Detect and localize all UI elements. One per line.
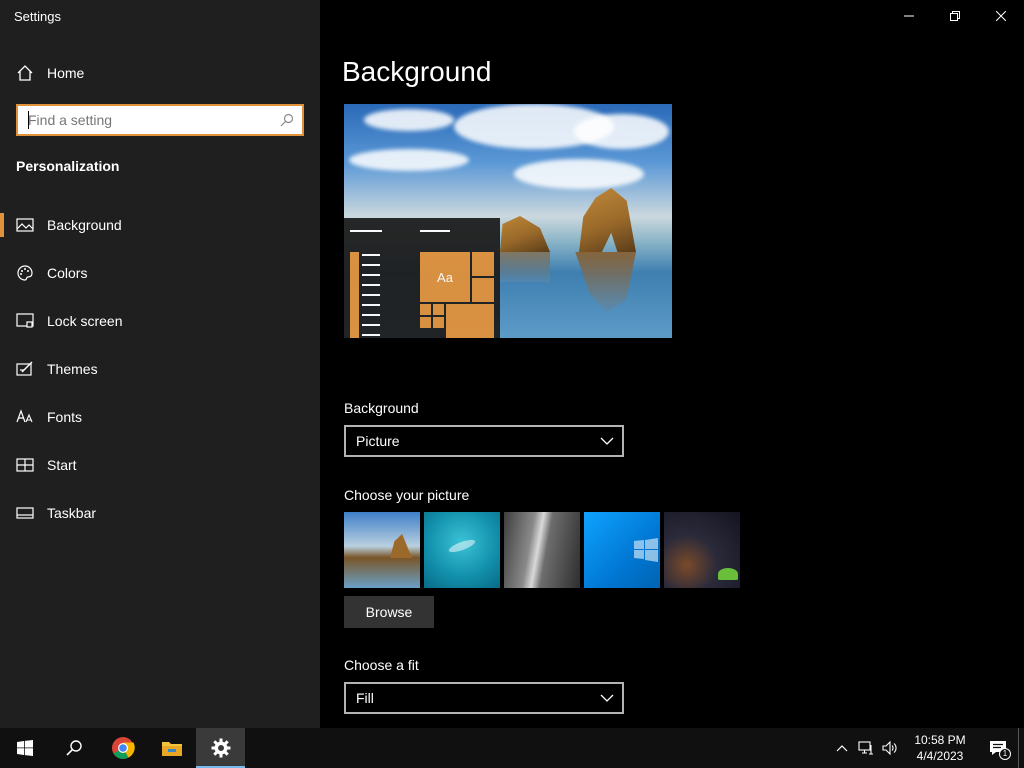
network-icon [858,741,873,755]
sidebar-item-label: Taskbar [47,505,97,521]
clock-date: 4/4/2023 [916,749,964,763]
fonts-icon [16,408,34,426]
action-center-button[interactable]: 1 [978,728,1018,768]
close-icon [996,11,1006,21]
minimize-icon [904,15,914,17]
main-content: Background Aa Background Picture Choose … [320,0,1024,728]
picture-thumbnails [344,512,740,588]
sidebar-item-themes[interactable]: Themes [0,345,320,393]
system-tray: 10:58 PM 4/4/2023 1 [830,728,1024,768]
home-nav-item[interactable]: Home [0,56,320,90]
notification-count-badge: 1 [999,748,1011,760]
search-input[interactable] [18,106,272,134]
settings-icon [211,738,230,758]
volume-icon [882,741,897,755]
waterfall-wallpaper-thumbnail[interactable] [504,512,580,588]
file-explorer-icon [161,742,182,756]
taskbar-clock[interactable]: 10:58 PM 4/4/2023 [908,732,972,764]
home-icon [16,64,34,82]
fit-dropdown[interactable]: Fill [344,682,624,714]
personalization-nav: Background Colors Lock screen Themes Fon… [0,201,320,537]
text-caret [28,111,29,129]
beach-rock-wallpaper-thumbnail[interactable] [344,512,420,588]
sidebar-item-colors[interactable]: Colors [0,249,320,297]
clock-time: 10:58 PM [914,733,966,747]
page-title: Background [342,56,492,87]
minimize-button[interactable] [886,0,932,32]
night-sky-tent-wallpaper-thumbnail[interactable] [664,512,740,588]
home-label: Home [47,65,85,81]
start-menu-preview: Aa [344,218,500,338]
show-desktop-button[interactable] [1018,728,1024,768]
file-explorer-taskbar-button[interactable] [147,728,196,768]
close-button[interactable] [978,0,1024,32]
sidebar-item-background[interactable]: Background [0,201,320,249]
windows-blue-wallpaper-thumbnail[interactable] [584,512,660,588]
search-icon[interactable] [272,106,302,134]
show-hidden-icons-button[interactable] [830,728,854,768]
sidebar-item-start[interactable]: Start [0,441,320,489]
start-button[interactable] [0,728,49,768]
start-icon [16,456,34,474]
settings-taskbar-button[interactable] [196,728,245,768]
sidebar-item-label: Lock screen [47,313,123,329]
browse-button[interactable]: Browse [344,596,434,628]
sidebar-item-lock-screen[interactable]: Lock screen [0,297,320,345]
chevron-up-icon [836,745,848,752]
preview-tile-text: Aa [420,252,470,302]
sidebar-item-label: Start [47,457,77,473]
choose-fit-label: Choose a fit [344,657,419,673]
sidebar-item-taskbar[interactable]: Taskbar [0,489,320,537]
chrome-icon [111,737,135,759]
background-label: Background [344,400,419,416]
sidebar-item-label: Fonts [47,409,83,425]
sidebar-item-label: Themes [47,361,98,377]
chevron-down-icon [600,694,614,702]
picture-icon [16,216,34,234]
app-title: Settings [14,9,61,24]
palette-icon [16,264,34,282]
restore-button[interactable] [932,0,978,32]
choose-picture-label: Choose your picture [344,487,470,503]
search-icon [65,740,82,756]
windows-start-icon [16,740,33,756]
themes-icon [16,360,34,378]
sidebar-item-label: Background [47,217,122,233]
sidebar-item-label: Colors [47,265,88,281]
background-preview: Aa [344,104,672,338]
sidebar-item-fonts[interactable]: Fonts [0,393,320,441]
section-title: Personalization [16,158,120,174]
taskbar: 10:58 PM 4/4/2023 1 [0,728,1024,768]
restore-icon [950,11,960,21]
background-dropdown[interactable]: Picture [344,425,624,457]
chevron-down-icon [600,437,614,445]
taskbar-search-button[interactable] [49,728,98,768]
search-box[interactable] [16,104,304,136]
background-dropdown-value: Picture [356,433,400,449]
chrome-taskbar-button[interactable] [98,728,147,768]
window-controls [886,0,1024,32]
lock-screen-icon [16,312,34,330]
settings-sidebar: Settings Home Personalization Background… [0,0,320,728]
taskbar-icon [16,504,34,522]
fit-dropdown-value: Fill [356,690,374,706]
network-button[interactable] [854,728,878,768]
underwater-wallpaper-thumbnail[interactable] [424,512,500,588]
volume-button[interactable] [878,728,902,768]
